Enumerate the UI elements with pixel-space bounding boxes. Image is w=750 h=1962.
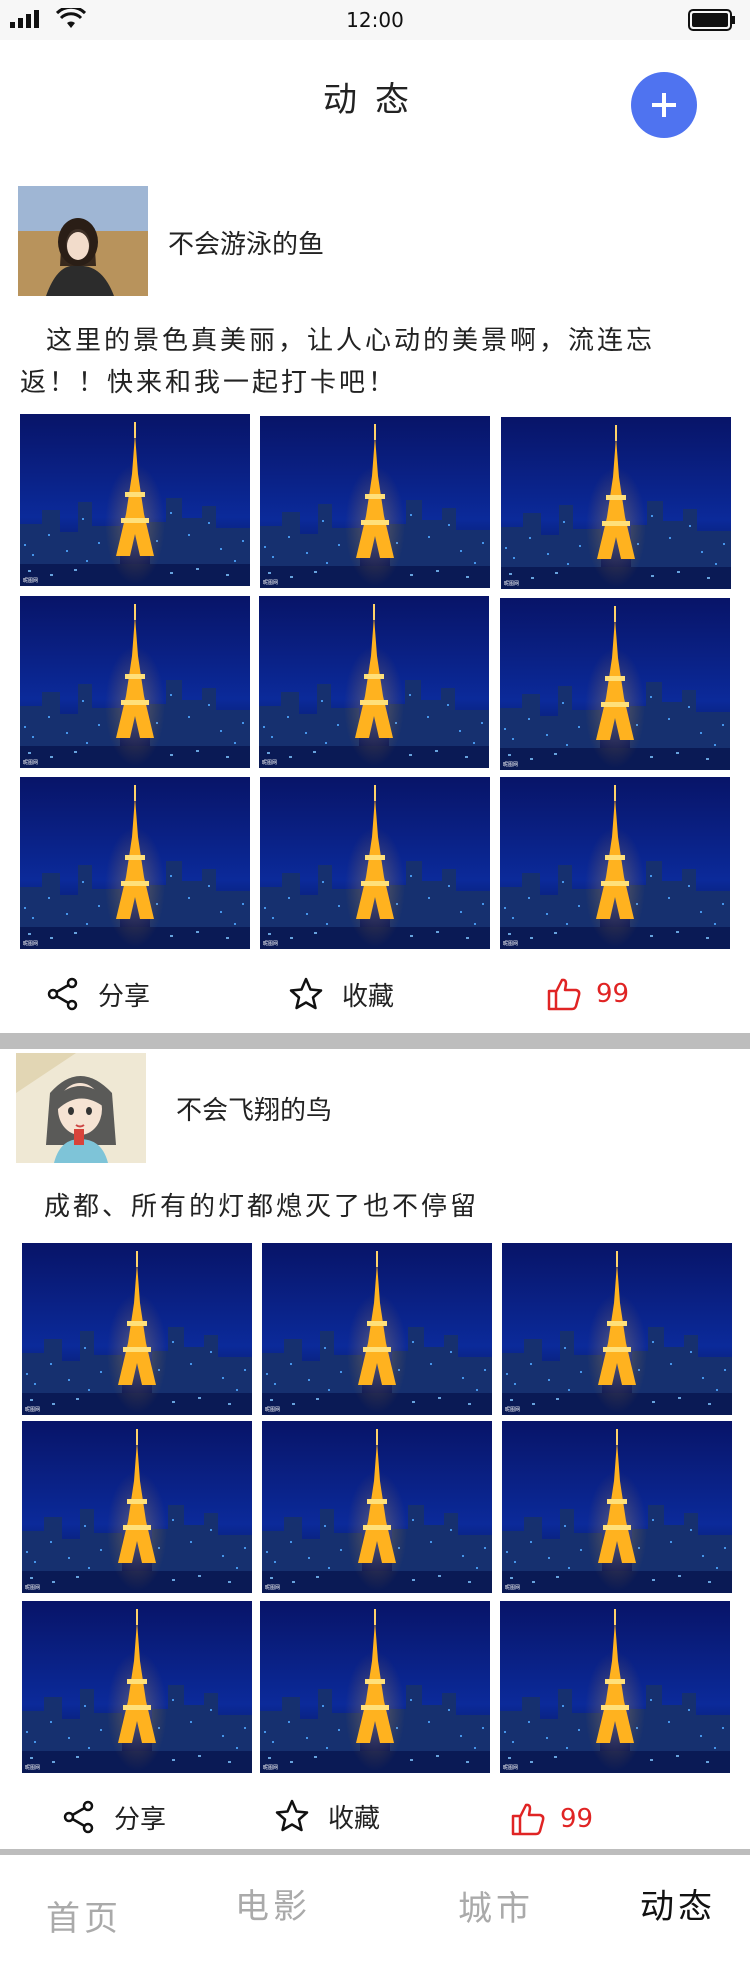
post-photo[interactable]	[22, 1243, 252, 1415]
favorite-label: 收藏	[342, 981, 395, 1012]
post-photo[interactable]	[502, 1243, 732, 1415]
star-icon	[275, 1799, 309, 1832]
post-text-line: 成都、所有的灯都熄灭了也不停留	[44, 1192, 480, 1222]
post-photo[interactable]	[260, 777, 490, 949]
share-button[interactable]: 分享	[46, 974, 150, 1014]
post-photo[interactable]	[20, 414, 250, 586]
post-photo[interactable]	[260, 416, 490, 588]
share-label: 分享	[98, 981, 151, 1012]
status-bar: 12:00	[0, 0, 750, 40]
post-text-line: 这里的景色真美丽，让人心动的美景啊，流连忘	[46, 326, 656, 356]
share-icon	[63, 1800, 94, 1834]
post-text: 成都、所有的灯都熄灭了也不停留	[44, 1186, 734, 1228]
favorite-button[interactable]: 收藏	[274, 1796, 380, 1836]
tab-moments[interactable]: 动态	[640, 1879, 716, 1928]
post-photo[interactable]	[500, 1601, 730, 1773]
plus-icon	[652, 93, 676, 117]
post-photo[interactable]	[22, 1421, 252, 1593]
username[interactable]: 不会游泳的鱼	[168, 224, 324, 261]
share-button[interactable]: 分享	[62, 1797, 166, 1837]
star-icon	[289, 977, 323, 1010]
thumbs-up-icon	[547, 978, 581, 1011]
post-text-line: 返！！快来和我一起打卡吧！	[20, 368, 398, 398]
tab-home[interactable]: 首页	[46, 1891, 122, 1940]
like-button[interactable]: 99	[546, 974, 629, 1014]
post-text: 这里的景色真美丽，让人心动的美景啊，流连忘 返！！快来和我一起打卡吧！	[20, 320, 740, 404]
battery-icon	[688, 9, 735, 31]
post-photo[interactable]	[259, 596, 489, 768]
thumbs-up-icon	[511, 1803, 545, 1836]
like-count: 99	[596, 979, 630, 1009]
post-photo[interactable]	[262, 1243, 492, 1415]
post-photo[interactable]	[501, 417, 731, 589]
post-photo[interactable]	[502, 1421, 732, 1593]
post-photo[interactable]	[262, 1421, 492, 1593]
bottom-tab-bar: 首页 电影 城市 动态	[0, 1855, 750, 1962]
post-photo[interactable]	[500, 777, 730, 949]
post-photo[interactable]	[20, 777, 250, 949]
divider	[0, 1033, 750, 1049]
favorite-button[interactable]: 收藏	[288, 974, 394, 1014]
like-button[interactable]: 99	[510, 1799, 593, 1839]
username[interactable]: 不会飞翔的鸟	[176, 1090, 332, 1127]
post-photo[interactable]	[260, 1601, 490, 1773]
post-photo[interactable]	[20, 596, 250, 768]
share-icon	[47, 977, 78, 1011]
tab-movies[interactable]: 电影	[235, 1879, 311, 1928]
add-post-button[interactable]	[631, 72, 697, 138]
like-count: 99	[560, 1804, 594, 1834]
share-label: 分享	[114, 1804, 167, 1835]
post-photo[interactable]	[22, 1601, 252, 1773]
avatar[interactable]	[18, 186, 148, 296]
post-photo[interactable]	[500, 598, 730, 770]
favorite-label: 收藏	[328, 1803, 381, 1834]
status-time: 12:00	[346, 8, 404, 32]
tab-city[interactable]: 城市	[458, 1881, 534, 1930]
avatar[interactable]	[16, 1053, 146, 1163]
